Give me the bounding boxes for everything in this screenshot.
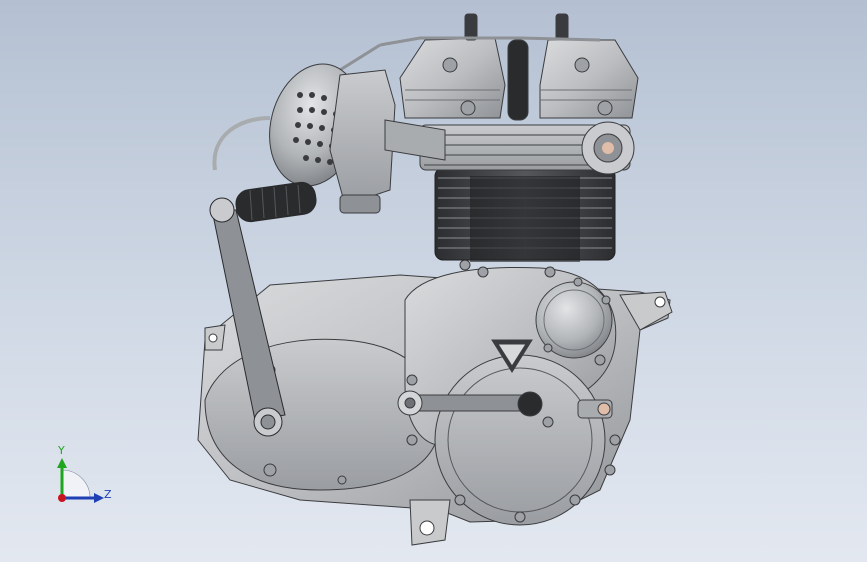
coordinate-triad: Y Z — [57, 444, 112, 503]
y-axis-label: Y — [57, 444, 65, 457]
cylinder-block[interactable] — [419, 121, 635, 262]
graphics-viewport[interactable]: Y Z — [0, 0, 867, 562]
triad-plane-shading — [61, 469, 91, 499]
z-axis-label: Z — [104, 488, 112, 501]
x-axis-point — [58, 494, 66, 502]
y-axis-head — [57, 458, 67, 468]
z-axis-head — [94, 493, 104, 503]
engine-3d-model[interactable] — [0, 0, 867, 562]
